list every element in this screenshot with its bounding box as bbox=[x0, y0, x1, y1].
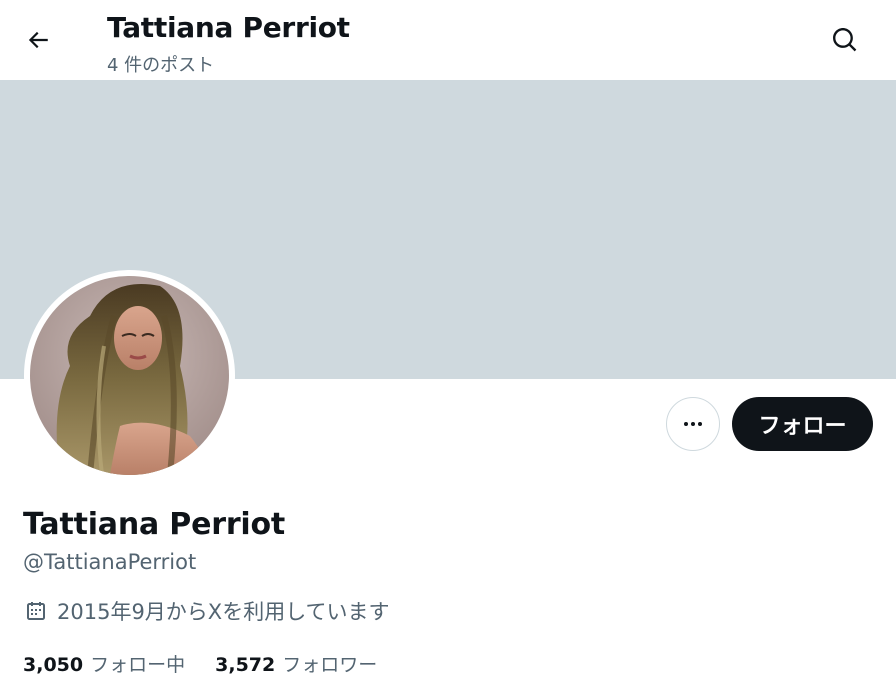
profile-page: Tattiana Perriot 4 件のポスト フォロー Tattiana P… bbox=[0, 0, 896, 684]
following-count: 3,050 bbox=[23, 654, 84, 676]
follow-stats: 3,050 フォロー中 3,572 フォロワー bbox=[23, 650, 377, 677]
followers-link[interactable]: 3,572 フォロワー bbox=[215, 650, 377, 677]
follow-button[interactable]: フォロー bbox=[732, 397, 873, 451]
following-link[interactable]: 3,050 フォロー中 bbox=[23, 650, 185, 677]
search-button[interactable] bbox=[825, 20, 865, 60]
join-date-text: 2015年9月からXを利用しています bbox=[57, 600, 390, 624]
calendar-icon bbox=[27, 602, 45, 620]
arrow-left-icon bbox=[28, 31, 48, 49]
more-horizontal-icon bbox=[684, 422, 702, 426]
avatar-image bbox=[30, 276, 229, 475]
back-button[interactable] bbox=[18, 20, 58, 60]
search-icon bbox=[833, 28, 857, 52]
following-label: フォロー中 bbox=[90, 654, 186, 676]
avatar[interactable] bbox=[24, 270, 235, 481]
more-button[interactable] bbox=[666, 397, 720, 451]
user-handle: @TattianaPerriot bbox=[23, 550, 197, 574]
header-title: Tattiana Perriot bbox=[107, 11, 350, 44]
display-name: Tattiana Perriot bbox=[23, 507, 286, 542]
followers-label: フォロワー bbox=[282, 654, 378, 676]
top-bar: Tattiana Perriot 4 件のポスト bbox=[0, 0, 896, 80]
join-date: 2015年9月からXを利用しています bbox=[24, 596, 390, 626]
post-count: 4 件のポスト bbox=[107, 55, 215, 76]
followers-count: 3,572 bbox=[215, 654, 276, 676]
